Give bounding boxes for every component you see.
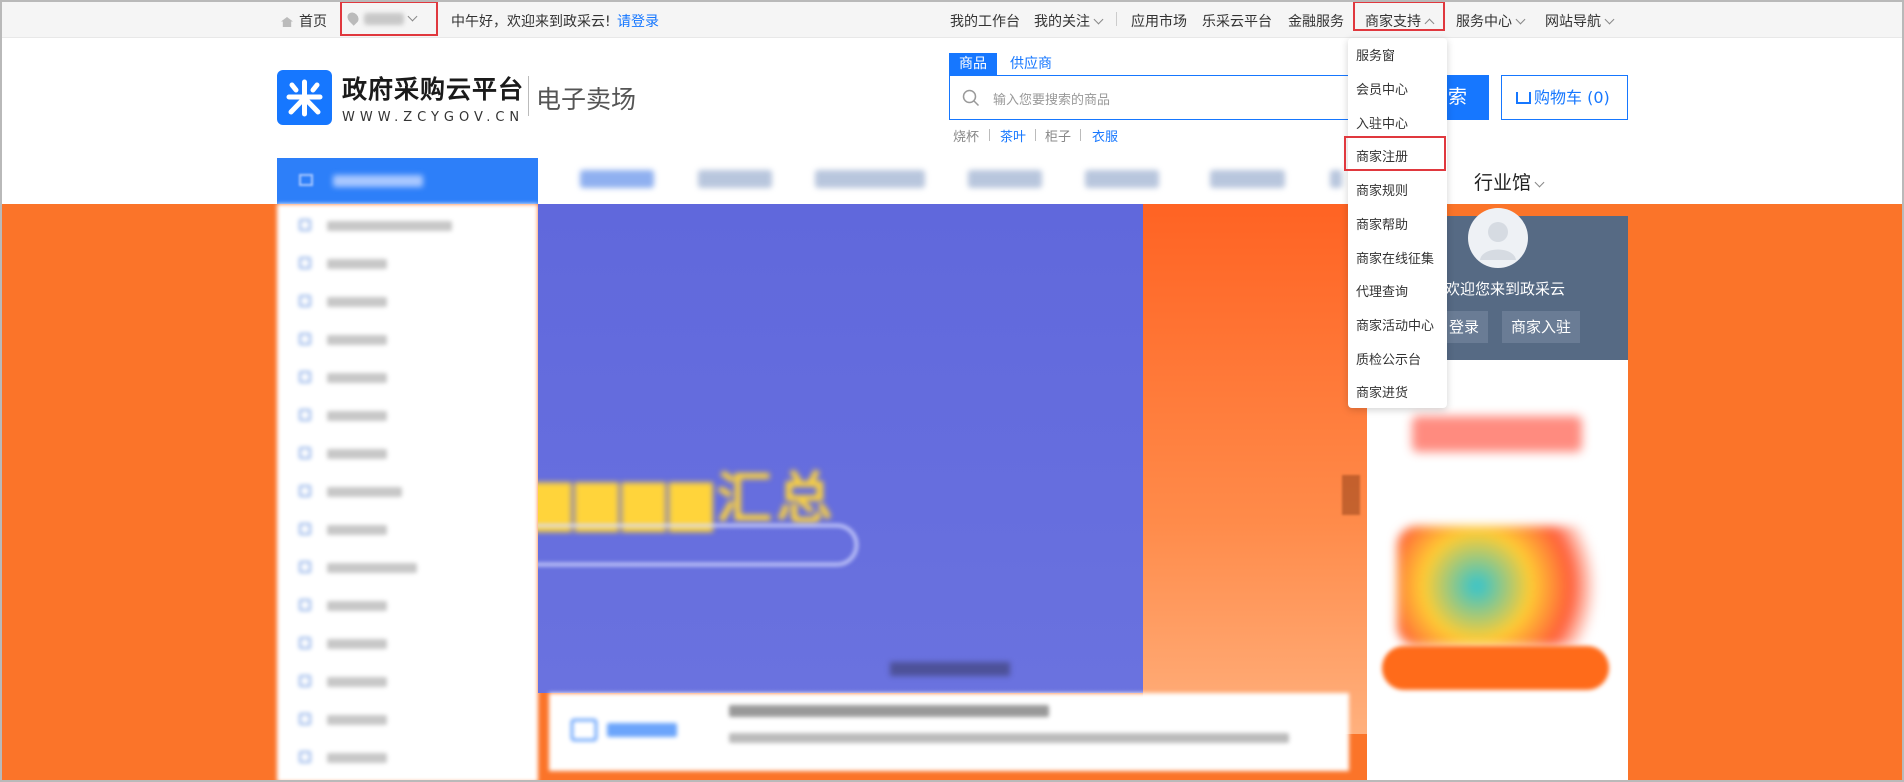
link-app-market[interactable]: 应用市场 — [1131, 11, 1187, 31]
cart-button[interactable]: 购物车 (0) — [1501, 75, 1628, 120]
nav-item-blurred[interactable] — [1085, 170, 1159, 188]
tab-supplier[interactable]: 供应商 — [1000, 53, 1062, 75]
nav-item-blurred[interactable] — [1210, 170, 1285, 188]
hot-word[interactable]: 烧杯 — [953, 126, 979, 145]
nav-item-industry-hall[interactable]: 行业馆 — [1474, 168, 1545, 195]
divider — [1080, 129, 1081, 141]
carousel-banner[interactable]: ▆▆▆▆汇总 — [538, 204, 1143, 693]
notice-bar[interactable] — [549, 693, 1349, 771]
tab-goods[interactable]: 商品 — [949, 53, 997, 75]
menu-item-online-collection[interactable]: 商家在线征集 — [1356, 248, 1434, 267]
merchant-join-button[interactable]: 商家入驻 — [1502, 311, 1581, 343]
carousel-side-banner — [1143, 204, 1367, 734]
logo-subtitle: 电子卖场 — [536, 85, 637, 114]
chevron-down-icon — [1604, 14, 1615, 25]
category-header[interactable] — [277, 158, 538, 204]
search-icon — [962, 89, 980, 107]
menu-item-entry-center[interactable]: 入驻中心 — [1356, 113, 1408, 132]
carousel-next-arrow[interactable] — [1342, 475, 1360, 515]
top-bar: 首页 中午好，欢迎来到政采云! 请登录 我的工作台 我的关注 应用市场 乐采云平… — [0, 0, 1904, 38]
location-highlight-box — [340, 1, 438, 36]
link-service-center[interactable]: 服务中心 — [1456, 11, 1526, 31]
chevron-down-icon — [1093, 14, 1104, 25]
welcome-text: 欢迎您来到政采云 — [1445, 280, 1566, 298]
menu-item-quality-notice[interactable]: 质检公示台 — [1356, 349, 1421, 368]
divider — [1035, 129, 1036, 141]
merchant-register-highlight-box — [1344, 136, 1446, 171]
search-input[interactable]: 输入您要搜索的商品 — [949, 75, 1349, 120]
home-icon — [281, 17, 293, 27]
hot-word[interactable]: 茶叶 — [1000, 126, 1026, 145]
promo-image[interactable] — [1397, 526, 1597, 646]
logo-mark[interactable] — [277, 70, 332, 125]
user-avatar-icon — [1480, 222, 1516, 260]
banner-headline-blurred: ▆▆▆▆汇总 — [538, 467, 837, 532]
logo-icon — [286, 79, 323, 117]
search-placeholder: 输入您要搜索的商品 — [993, 93, 1111, 108]
link-finance[interactable]: 金融服务 — [1288, 11, 1344, 31]
category-sidebar — [277, 204, 538, 782]
hot-word[interactable]: 衣服 — [1092, 126, 1118, 145]
menu-item-merchant-stock[interactable]: 商家进货 — [1356, 382, 1408, 401]
chevron-down-icon — [1534, 177, 1545, 188]
cart-icon — [1516, 92, 1531, 104]
menu-item-service-window[interactable]: 服务窗 — [1356, 45, 1395, 64]
menu-item-merchant-rules[interactable]: 商家规则 — [1356, 180, 1408, 199]
hot-word[interactable]: 柜子 — [1045, 126, 1071, 145]
menu-item-activity-center[interactable]: 商家活动中心 — [1356, 315, 1434, 334]
logo-divider — [528, 76, 529, 116]
banner-pill-blurred — [538, 524, 858, 566]
chevron-down-icon — [1515, 14, 1526, 25]
nav-item-blurred[interactable] — [580, 170, 654, 188]
merchant-support-dropdown: 服务窗 会员中心 入驻中心 商家注册 商家规则 商家帮助 商家在线征集 代理查询… — [1348, 38, 1447, 408]
link-my-follows[interactable]: 我的关注 — [1034, 11, 1104, 31]
nav-item-blurred[interactable] — [1330, 170, 1342, 188]
logo-url: WWW.ZCYGOV.CN — [342, 110, 525, 125]
promo-title-blurred — [1412, 416, 1582, 452]
carousel-dots[interactable] — [890, 662, 1010, 676]
nav-item-blurred[interactable] — [968, 170, 1042, 188]
nav-item-blurred[interactable] — [815, 170, 925, 188]
menu-item-member-center[interactable]: 会员中心 — [1356, 79, 1408, 98]
link-site-nav[interactable]: 网站导航 — [1545, 11, 1615, 31]
logo-title: 政府采购云平台 — [342, 75, 525, 104]
promo-cta-button[interactable] — [1382, 646, 1609, 690]
link-lecai-platform[interactable]: 乐采云平台 — [1202, 11, 1272, 31]
menu-item-merchant-help[interactable]: 商家帮助 — [1356, 214, 1408, 233]
link-workbench[interactable]: 我的工作台 — [950, 11, 1020, 31]
greeting-text: 中午好，欢迎来到政采云! — [451, 14, 611, 30]
merchant-support-highlight-box — [1353, 1, 1445, 31]
login-button[interactable]: 登录 — [1440, 311, 1489, 343]
avatar — [1468, 208, 1528, 268]
divider — [989, 129, 990, 141]
login-link[interactable]: 请登录 — [617, 11, 659, 31]
nav-item-blurred[interactable] — [698, 170, 772, 188]
home-link[interactable]: 首页 — [281, 11, 327, 31]
divider — [1116, 12, 1117, 26]
menu-item-agent-query[interactable]: 代理查询 — [1356, 281, 1408, 300]
